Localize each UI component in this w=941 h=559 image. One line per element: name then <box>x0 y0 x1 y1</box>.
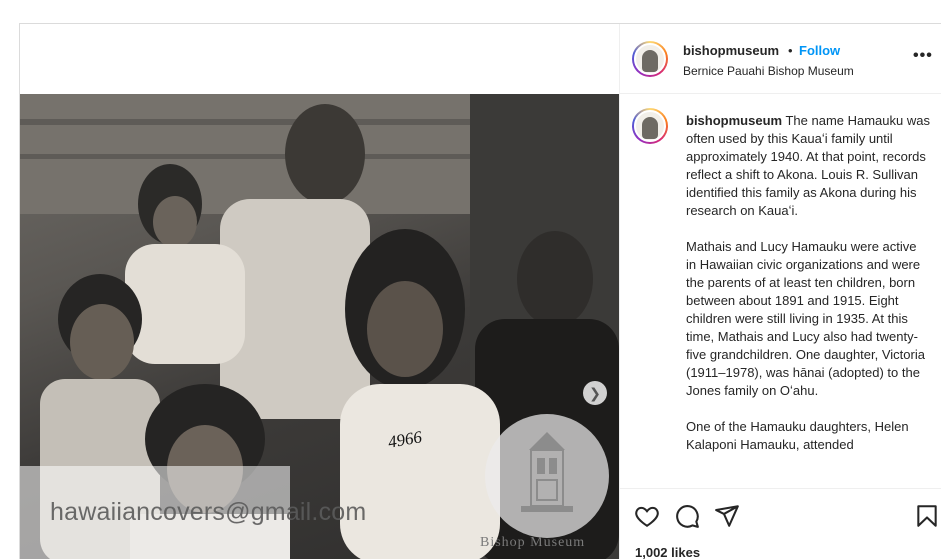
post-media: 4966 Bishop Museum hawaiiancovers@gmail.… <box>20 24 619 559</box>
chevron-right-icon: ❯ <box>589 384 601 401</box>
post-dialog: 4966 Bishop Museum hawaiiancovers@gmail.… <box>19 23 941 559</box>
bookmark-icon[interactable] <box>914 503 940 529</box>
separator-dot: • <box>788 43 793 58</box>
museum-watermark-text: Bishop Museum <box>480 535 586 550</box>
post-photo[interactable]: 4966 Bishop Museum hawaiiancovers@gmail.… <box>20 94 619 559</box>
comment-icon[interactable] <box>674 503 700 529</box>
paper-plane-icon[interactable] <box>714 503 740 529</box>
more-options-button[interactable]: ••• <box>913 47 933 65</box>
caption-paragraph-2: Mathais and Lucy Hamauku were active in … <box>686 239 925 398</box>
museum-building-icon <box>521 432 573 512</box>
post-header: bishopmuseum • Follow Bernice Pauahi Bis… <box>620 24 941 94</box>
next-photo-button[interactable]: ❯ <box>583 381 607 405</box>
follow-button[interactable]: Follow <box>799 43 840 58</box>
heart-icon[interactable] <box>634 503 660 529</box>
museum-seal-watermark <box>485 414 609 538</box>
post-caption: bishopmuseum The name Hamauku was often … <box>686 112 930 472</box>
likes-count[interactable]: 1,002 likes <box>635 545 700 559</box>
header-username[interactable]: bishopmuseum <box>683 43 779 58</box>
caption-username[interactable]: bishopmuseum <box>686 113 782 128</box>
post-actions: 1,002 likes <box>620 488 941 559</box>
caption-paragraph-3: One of the Hamauku daughters, Helen Kala… <box>686 419 909 452</box>
caption-avatar[interactable] <box>632 108 668 144</box>
account-subtitle: Bernice Pauahi Bishop Museum <box>683 64 854 78</box>
profile-avatar[interactable] <box>632 41 668 77</box>
email-watermark: hawaiiancovers@gmail.com <box>50 498 367 526</box>
post-sidebar: bishopmuseum • Follow Bernice Pauahi Bis… <box>619 24 941 559</box>
comments-area[interactable]: bishopmuseum The name Hamauku was often … <box>620 95 941 488</box>
caption-paragraph-1: The name Hamauku was often used by this … <box>686 113 930 218</box>
